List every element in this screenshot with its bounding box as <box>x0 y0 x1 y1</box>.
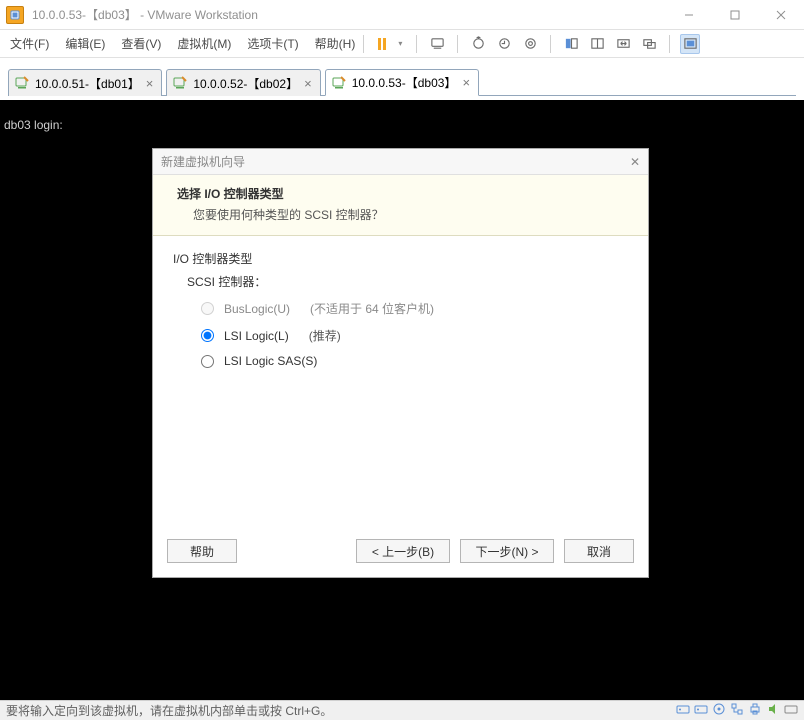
tabstrip-area: 10.0.0.51-【db01】 × 10.0.0.52-【db02】 × 10… <box>0 58 804 96</box>
menu-tabs[interactable]: 选项卡(T) <box>247 35 298 52</box>
fullscreen-icon[interactable] <box>680 34 700 54</box>
statusbar-icons <box>676 702 798 719</box>
scsi-controller-label: SCSI 控制器： <box>187 273 628 290</box>
radio-lsisas-label: LSI Logic SAS(S) <box>224 354 317 368</box>
toolbar: ▾ <box>372 34 700 54</box>
network-icon[interactable] <box>730 702 744 719</box>
menubar: 文件(F) 编辑(E) 查看(V) 虚拟机(M) 选项卡(T) 帮助(H) ▾ <box>0 30 804 58</box>
vm-icon <box>332 76 346 90</box>
cancel-button[interactable]: 取消 <box>564 539 634 563</box>
radio-lsisas[interactable]: LSI Logic SAS(S) <box>201 354 628 368</box>
menu-edit[interactable]: 编辑(E) <box>65 35 105 52</box>
window-titlebar: 10.0.0.53-【db03】 - VMware Workstation <box>0 0 804 30</box>
terminal-line: db03 login: <box>4 118 800 132</box>
pause-icon[interactable] <box>372 34 392 54</box>
menu-vm[interactable]: 虚拟机(M) <box>177 35 231 52</box>
back-button[interactable]: < 上一步(B) <box>356 539 450 563</box>
dialog-subheading: 您要使用何种类型的 SCSI 控制器？ <box>193 206 624 223</box>
snapshot-manage-icon[interactable] <box>520 34 540 54</box>
cd-icon[interactable] <box>712 702 726 719</box>
dialog-titlebar: 新建虚拟机向导 ✕ <box>153 149 648 175</box>
tab-label: 10.0.0.51-【db01】 <box>35 75 140 92</box>
dialog-footer: 帮助 < 上一步(B) 下一步(N) > 取消 <box>153 531 648 577</box>
snapshot-icon[interactable] <box>468 34 488 54</box>
dialog-body: I/O 控制器类型 SCSI 控制器： BusLogic(U) (不适用于 64… <box>153 236 648 392</box>
snapshot-revert-icon[interactable] <box>494 34 514 54</box>
printer-icon[interactable] <box>748 702 762 719</box>
radio-lsilogic-input[interactable] <box>201 329 214 342</box>
close-tab-icon[interactable]: × <box>146 76 154 91</box>
view-single-icon[interactable] <box>561 34 581 54</box>
sound-icon[interactable] <box>766 702 780 719</box>
tabstrip: 10.0.0.51-【db01】 × 10.0.0.52-【db02】 × 10… <box>8 68 796 96</box>
hdd2-icon[interactable] <box>694 702 708 719</box>
io-controller-group-label: I/O 控制器类型 <box>173 250 628 267</box>
vm-icon <box>173 76 187 90</box>
hdd-icon[interactable] <box>676 702 690 719</box>
menu-view[interactable]: 查看(V) <box>121 35 161 52</box>
next-button[interactable]: 下一步(N) > <box>460 539 554 563</box>
tab-label: 10.0.0.53-【db03】 <box>352 74 457 91</box>
view-multi-icon[interactable] <box>587 34 607 54</box>
help-button[interactable]: 帮助 <box>167 539 237 563</box>
dialog-close-icon[interactable]: ✕ <box>630 155 640 169</box>
dialog-header: 选择 I/O 控制器类型 您要使用何种类型的 SCSI 控制器？ <box>153 175 648 236</box>
statusbar: 要将输入定向到该虚拟机，请在虚拟机内部单击或按 Ctrl+G。 <box>0 700 804 720</box>
view-unity-icon[interactable] <box>639 34 659 54</box>
vm-icon <box>15 76 29 90</box>
send-ctrl-alt-del-icon[interactable] <box>427 34 447 54</box>
radio-buslogic-hint: (不适用于 64 位客户机) <box>310 300 434 317</box>
tab-label: 10.0.0.52-【db02】 <box>193 75 298 92</box>
close-button[interactable] <box>764 0 798 30</box>
radio-buslogic: BusLogic(U) (不适用于 64 位客户机) <box>201 300 628 317</box>
maximize-button[interactable] <box>718 0 752 30</box>
app-icon <box>6 6 24 24</box>
tab-db02[interactable]: 10.0.0.52-【db02】 × <box>166 69 320 96</box>
status-text: 要将输入定向到该虚拟机，请在虚拟机内部单击或按 Ctrl+G。 <box>6 702 332 719</box>
menu-help[interactable]: 帮助(H) <box>315 35 356 52</box>
new-vm-wizard-dialog: 新建虚拟机向导 ✕ 选择 I/O 控制器类型 您要使用何种类型的 SCSI 控制… <box>152 148 649 578</box>
view-stretch-icon[interactable] <box>613 34 633 54</box>
dialog-heading: 选择 I/O 控制器类型 <box>177 185 624 202</box>
minimize-button[interactable] <box>672 0 706 30</box>
close-tab-icon[interactable]: × <box>304 76 312 91</box>
dialog-title: 新建虚拟机向导 <box>161 153 245 170</box>
pause-dropdown-icon[interactable]: ▾ <box>398 39 406 48</box>
radio-lsisas-input[interactable] <box>201 355 214 368</box>
window-title: 10.0.0.53-【db03】 - VMware Workstation <box>32 6 672 23</box>
radio-buslogic-input <box>201 302 214 315</box>
input-icon[interactable] <box>784 702 798 719</box>
radio-lsilogic-label: LSI Logic(L) <box>224 329 289 343</box>
close-tab-icon[interactable]: × <box>462 75 470 90</box>
tab-db01[interactable]: 10.0.0.51-【db01】 × <box>8 69 162 96</box>
radio-lsilogic-hint: (推荐) <box>309 327 341 344</box>
radio-lsilogic[interactable]: LSI Logic(L) (推荐) <box>201 327 628 344</box>
menu-file[interactable]: 文件(F) <box>10 35 49 52</box>
tab-db03[interactable]: 10.0.0.53-【db03】 × <box>325 69 479 96</box>
radio-buslogic-label: BusLogic(U) <box>224 302 290 316</box>
